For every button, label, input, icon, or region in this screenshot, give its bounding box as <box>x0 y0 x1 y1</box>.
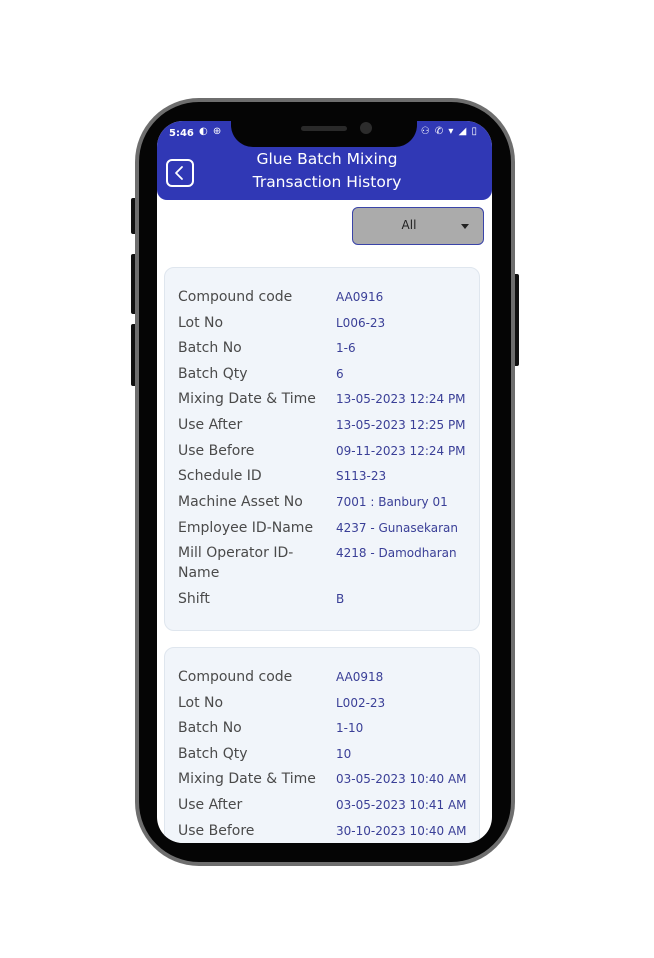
status-notification-icons: ◐ ⊕ <box>199 126 223 137</box>
filter-selected-value: All <box>401 218 417 232</box>
field-label: Use Before <box>178 443 255 459</box>
transaction-card[interactable]: Compound code AA0916 Lot No L006-23 Batch … <box>164 267 480 631</box>
field-label: Schedule ID <box>178 468 262 484</box>
field-label: Mixing Date & Time <box>178 771 316 787</box>
field-label: Batch No <box>178 340 242 356</box>
field-label: Lot No <box>178 695 224 711</box>
field-label: Compound code <box>178 289 293 305</box>
status-system-icons: ⚇ ✆ ▾ ◢ ▯ <box>420 126 478 137</box>
field-value: 4237 - Gunasekaran <box>336 521 458 535</box>
field-value: 1-10 <box>336 721 364 735</box>
status-time: 5:46 <box>169 128 194 139</box>
page-title-line-1: Glue Batch Mixing <box>256 150 398 168</box>
app-screen: 5:46 ◐ ⊕ ⚇ ✆ ▾ ◢ ▯ Glue Batch Mixing Tra… <box>157 121 492 843</box>
field-value: 1-6 <box>336 341 356 355</box>
field-value: B <box>336 592 345 606</box>
field-label: Machine Asset No <box>178 494 303 510</box>
field-value: 03-05-2023 10:40 AM <box>336 772 467 786</box>
field-value: 09-11-2023 12:24 PM <box>336 444 466 458</box>
field-value: 30-10-2023 10:40 AM <box>336 824 467 838</box>
field-label: Mixing Date & Time <box>178 391 316 407</box>
field-value: L006-23 <box>336 316 386 330</box>
front-camera <box>360 122 372 134</box>
field-value: L002-23 <box>336 696 386 710</box>
field-label: Use After <box>178 417 243 433</box>
back-button[interactable] <box>166 159 194 187</box>
field-value: 10 <box>336 747 352 761</box>
page-title-line-2: Transaction History <box>252 173 402 191</box>
chevron-left-icon <box>175 166 183 180</box>
field-label: Lot No <box>178 315 224 331</box>
field-value: 13-05-2023 12:25 PM <box>336 418 466 432</box>
field-value: 03-05-2023 10:41 AM <box>336 798 467 812</box>
filter-dropdown[interactable]: All <box>352 207 484 245</box>
field-value: AA0918 <box>336 670 384 684</box>
phone-notch <box>231 102 417 147</box>
field-label: Shift <box>178 591 210 607</box>
field-label: Batch Qty <box>178 746 248 762</box>
field-label: Use Before <box>178 823 255 839</box>
field-label: Compound code <box>178 669 293 685</box>
field-value: S113-23 <box>336 469 387 483</box>
caret-down-icon <box>461 224 469 229</box>
field-value: AA0916 <box>336 290 384 304</box>
page-title: Glue Batch Mixing Transaction History <box>207 148 447 194</box>
field-value: 4218 - Damodharan <box>336 546 457 560</box>
field-label: Batch Qty <box>178 366 248 382</box>
field-label: Use After <box>178 797 243 813</box>
transaction-card[interactable]: Compound code AA0918 Lot No L002-23 Batch … <box>164 647 480 843</box>
field-label: Batch No <box>178 720 242 736</box>
field-value: 6 <box>336 367 344 381</box>
field-label: Employee ID-Name <box>178 520 314 536</box>
field-value: 7001 : Banbury 01 <box>336 495 448 509</box>
field-label: Mill Operator ID-Name <box>178 545 294 581</box>
field-value: 13-05-2023 12:24 PM <box>336 392 466 406</box>
app-header: Glue Batch Mixing Transaction History <box>157 145 492 200</box>
earpiece-speaker <box>301 126 347 131</box>
